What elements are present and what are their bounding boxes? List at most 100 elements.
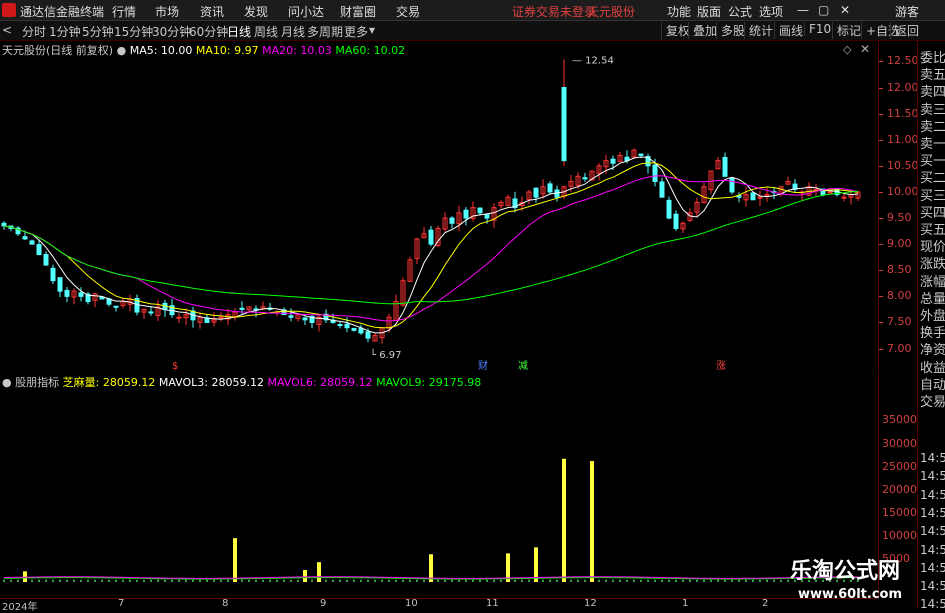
menu-item-trade[interactable]: 交易: [396, 3, 420, 20]
date-label: 8: [222, 598, 229, 609]
side-field-label: 总量: [920, 291, 945, 307]
btn-restore-right[interactable]: 复权: [661, 22, 690, 39]
side-field-label: 卖二: [920, 119, 945, 135]
candle-body: [64, 289, 70, 297]
menu-item-wealth[interactable]: 财富圈: [340, 3, 376, 20]
indicator-value: 28059.12: [102, 376, 156, 389]
price-tick-mark: [879, 348, 883, 350]
candle-body: [729, 177, 735, 193]
menu-formula[interactable]: 公式: [728, 3, 752, 20]
app-logo-icon: [2, 3, 16, 17]
mavol3-label: MAVOL3: 28059.12: [158, 376, 264, 389]
menu-layout[interactable]: 版面: [697, 3, 721, 20]
tab-30min[interactable]: 30分钟: [152, 23, 191, 40]
menu-item-discover[interactable]: 发现: [244, 3, 268, 20]
date-label: 10: [405, 598, 418, 609]
candle-body: [148, 311, 154, 314]
menu-options[interactable]: 选项: [759, 3, 783, 20]
candle-body: [582, 177, 588, 180]
btn-overlay[interactable]: 叠加: [688, 22, 717, 39]
close-icon[interactable]: ✕: [840, 3, 850, 17]
price-axis: 12.50 12.00 11.50 11.00 10.50 10.00 9.50 9.00 8.…: [878, 41, 919, 371]
candle-body: [652, 164, 658, 183]
tab-daily[interactable]: 日线: [227, 23, 251, 40]
user-guest[interactable]: 游客: [895, 3, 919, 20]
tab-multi[interactable]: 多周期: [307, 23, 343, 40]
menu-item-market[interactable]: 市场: [155, 3, 179, 20]
price-chart[interactable]: — 12.54 └ 6.97 $ 财 减 涨: [0, 41, 878, 371]
candle-body: [659, 181, 665, 198]
candle-body: [449, 217, 455, 224]
price-tick: 10.00: [887, 184, 919, 198]
tab-60min[interactable]: 60分钟: [189, 23, 228, 40]
candle-body: [638, 153, 644, 156]
indicator-title: 股朋指标: [15, 376, 60, 389]
volume-bar-highlight: [534, 547, 538, 582]
candle-body: [365, 331, 371, 339]
watermark-title: 乐淘公式网: [790, 559, 901, 584]
tab-15min[interactable]: 15分钟: [114, 23, 153, 40]
price-tick-mark: [879, 322, 883, 324]
side-field-label[interactable]: 交易: [920, 391, 945, 410]
menu-item-news[interactable]: 资讯: [200, 3, 224, 20]
indicator-name: 芝麻量:: [62, 376, 100, 389]
maximize-icon[interactable]: ▢: [818, 3, 829, 17]
menu-bar: 通达信金融终端 行情 市场 资讯 发现 问小达 财富圈 交易 证券交易未登录 天…: [0, 0, 945, 21]
tab-5min[interactable]: 5分钟: [82, 23, 114, 40]
candle-body: [750, 192, 756, 201]
tab-weekly[interactable]: 周线: [254, 23, 278, 40]
price-tick: 7.50: [887, 315, 912, 329]
side-field-label: 卖一: [920, 137, 945, 152]
minimize-icon[interactable]: —: [797, 3, 809, 17]
btn-draw-line[interactable]: 画线: [774, 22, 803, 39]
price-tick: 10.50: [887, 158, 919, 172]
date-label: 12: [584, 598, 597, 609]
candle-body: [351, 327, 357, 331]
menu-function[interactable]: 功能: [667, 3, 691, 20]
btn-statistics[interactable]: 统计: [744, 22, 773, 39]
login-notice[interactable]: 证券交易未登录: [512, 3, 596, 20]
trade-time: 14:56: [920, 505, 945, 520]
ma5-label: MA5: 10.00: [129, 44, 193, 57]
price-tick-mark: [879, 296, 883, 298]
trade-time: 14:56: [920, 451, 945, 465]
chart-title: 天元股份(日线 前复权): [2, 44, 114, 57]
menu-item-hq[interactable]: 行情: [112, 3, 136, 20]
candle-body: [358, 327, 364, 334]
tab-1min[interactable]: 1分钟: [49, 23, 81, 40]
candle-body: [344, 323, 350, 329]
collapse-icon[interactable]: ✕: [860, 42, 870, 56]
event-marker: 财: [478, 359, 488, 371]
price-tick-mark: [879, 61, 883, 63]
side-field-label: 买二: [920, 171, 945, 187]
price-tick: 9.00: [887, 237, 912, 251]
side-field-label: 换手: [920, 326, 945, 342]
volume-chart[interactable]: [0, 372, 878, 598]
more-dropdown-icon[interactable]: ▾: [369, 23, 375, 37]
app-title: 通达信金融终端: [20, 5, 105, 19]
tab-timeshare[interactable]: 分时: [22, 23, 46, 40]
candle-body: [113, 305, 119, 308]
price-tick-mark: [879, 165, 883, 167]
tab-monthly[interactable]: 月线: [281, 23, 305, 40]
high-annotation: — 12.54: [572, 55, 614, 66]
toolbar-scroll-icon[interactable]: <: [2, 23, 12, 37]
price-tick: 8.50: [887, 263, 912, 277]
volume-tick: 15000: [882, 505, 917, 519]
event-marker: 涨: [716, 360, 726, 371]
quote-side-panel: 委比 卖五 卖四 卖三 卖二 卖一 买一 买二 买三 买四 买五 现价 涨跌 涨幅 总量 外盘 换手 净资 收益 自动…: [917, 41, 945, 611]
btn-f10[interactable]: F10: [804, 22, 831, 36]
price-tick-mark: [879, 113, 883, 115]
candle-body: [841, 196, 847, 199]
btn-back[interactable]: 返回: [890, 22, 919, 39]
settings-diamond-icon[interactable]: ◇: [843, 43, 851, 56]
btn-multi-stock[interactable]: 多股: [716, 22, 745, 39]
side-field-label: 涨跌: [920, 257, 945, 273]
tab-more[interactable]: 更多: [344, 23, 368, 40]
btn-mark[interactable]: 标记: [832, 22, 861, 39]
menu-item-ask[interactable]: 问小达: [288, 3, 324, 20]
candle-body: [57, 277, 63, 292]
volume-tick: 25000: [882, 459, 917, 473]
candle-body: [722, 157, 728, 177]
side-field-label[interactable]: 自动: [920, 374, 945, 393]
